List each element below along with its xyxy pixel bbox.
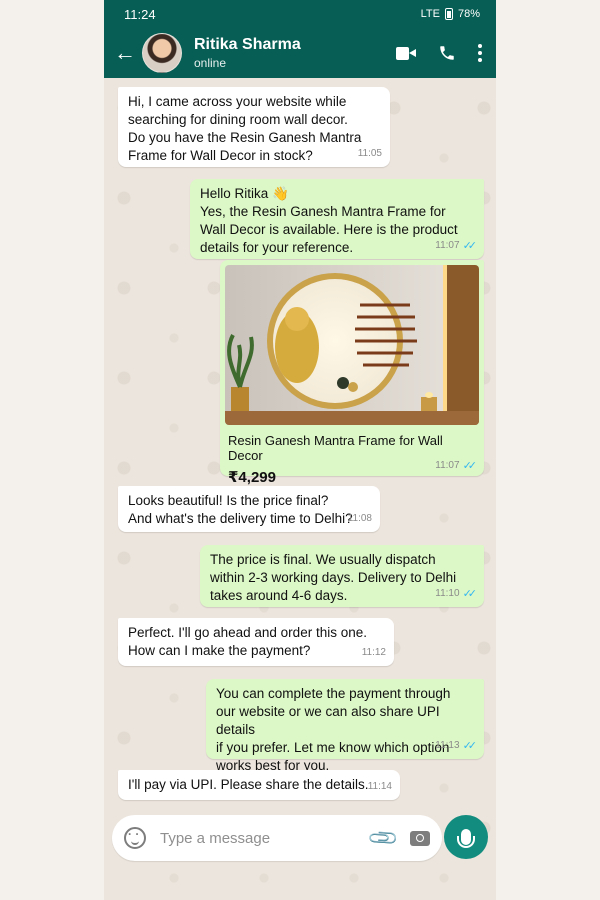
phone-call-icon[interactable] [438, 44, 456, 62]
read-receipt-icon: ✓✓ [462, 240, 478, 252]
microphone-icon [457, 829, 475, 848]
message-time: 11:10 [435, 588, 460, 599]
message-outgoing[interactable]: You can complete the payment through our… [206, 679, 484, 773]
message-incoming[interactable]: Hi, I came across your website while sea… [118, 87, 390, 167]
message-time: 11:07 [435, 460, 460, 471]
more-options-icon[interactable] [478, 44, 482, 62]
battery-level: 78% [457, 8, 480, 20]
video-call-icon[interactable] [396, 46, 416, 60]
back-arrow-icon[interactable]: ← [110, 40, 140, 66]
battery-icon [444, 8, 453, 20]
contact-avatar[interactable] [142, 33, 182, 73]
contact-info[interactable]: Ritika Sharma online [194, 36, 396, 70]
message-time: 11:12 [361, 647, 386, 658]
product-card[interactable]: Resin Ganesh Mantra Frame for Wall Decor… [220, 260, 484, 486]
chat-header: ← Ritika Sharma online [104, 28, 496, 78]
contact-name: Ritika Sharma [194, 36, 301, 53]
message-time: 11:05 [357, 148, 382, 159]
camera-icon[interactable] [410, 830, 430, 846]
read-receipt-icon: ✓✓ [462, 740, 478, 752]
signal-icon: LTE [420, 8, 440, 20]
message-composer[interactable]: Type a message 📎 [112, 815, 442, 861]
message-incoming[interactable]: Perfect. I'll go ahead and order this on… [118, 618, 394, 666]
message-time: 11:07 [435, 240, 460, 251]
message-outgoing[interactable]: The price is final. We usually dispatch … [200, 545, 484, 607]
chat-screen: 11:24 LTE 78% ← Ritika Sharma online Hi,… [104, 0, 496, 900]
read-receipt-icon: ✓✓ [462, 460, 478, 472]
message-time: 11:08 [347, 513, 372, 524]
contact-status: online [194, 56, 227, 70]
message-incoming[interactable]: I'll pay via UPI. Please share the detai… [118, 770, 400, 800]
status-time: 11:24 [124, 6, 156, 22]
emoji-icon[interactable] [124, 827, 146, 849]
message-incoming[interactable]: Looks beautiful! Is the price final? And… [118, 486, 380, 532]
message-outgoing[interactable]: Hello Ritika 👋 Yes, the Resin Ganesh Man… [190, 179, 484, 259]
message-time: 11:14 [367, 781, 392, 792]
microphone-button[interactable] [444, 815, 488, 859]
product-image[interactable] [225, 265, 479, 425]
message-input[interactable]: Type a message [160, 830, 371, 847]
attachment-icon[interactable]: 📎 [366, 820, 401, 855]
status-bar: 11:24 LTE 78% [104, 0, 496, 28]
read-receipt-icon: ✓✓ [462, 588, 478, 600]
message-time: 11:13 [435, 740, 460, 751]
